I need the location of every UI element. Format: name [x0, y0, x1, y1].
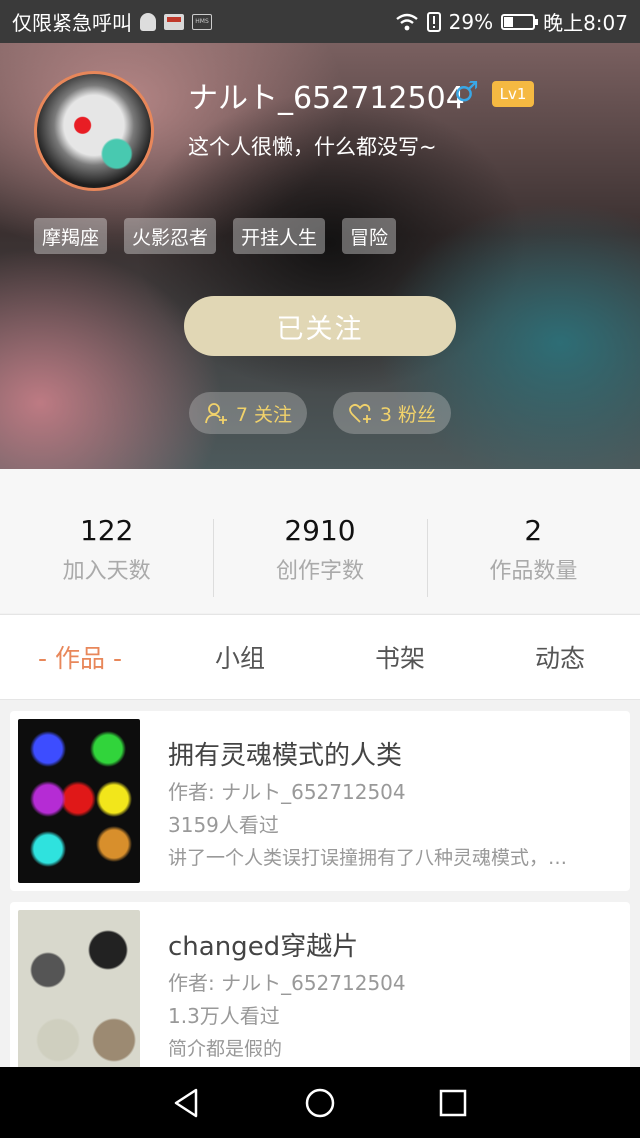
hms-icon: HMS	[192, 13, 212, 30]
following-button[interactable]: 7 关注	[189, 392, 307, 434]
avatar[interactable]	[34, 71, 154, 191]
work-cover-image	[18, 910, 140, 1067]
home-button[interactable]	[300, 1083, 340, 1123]
status-bar: 仅限紧急呼叫 HMS 29% 晚上8:07	[0, 0, 640, 43]
back-triangle-icon	[174, 1088, 197, 1117]
stat-label: 加入天数	[62, 558, 151, 584]
bio-text: 这个人很懒，什么都没写~	[188, 135, 437, 159]
stat-word-count: 2910 创作字数	[213, 469, 426, 613]
tab-activity[interactable]: 动态	[480, 615, 640, 699]
work-views: 3159人看过	[168, 813, 279, 837]
stat-days-joined: 122 加入天数	[0, 469, 213, 613]
username: ナルト_652712504	[188, 81, 465, 116]
works-list: 拥有灵魂模式的人类 作者: ナルト_652712504 3159人看过 讲了一个…	[0, 701, 640, 1067]
tag: 冒险	[342, 218, 397, 254]
tag-list: 摩羯座 火影忍者 开挂人生 冒险	[34, 218, 397, 254]
heart-add-icon	[349, 403, 371, 423]
fans-count: 3 粉丝	[379, 403, 437, 426]
stat-value: 2	[524, 513, 543, 547]
carrier-text: 仅限紧急呼叫	[12, 11, 132, 35]
work-description: 讲了一个人类误打误撞拥有了八种灵魂模式，…	[168, 847, 568, 869]
stat-works-count: 2 作品数量	[426, 469, 640, 613]
user-add-icon	[205, 403, 227, 424]
system-nav-bar	[0, 1067, 640, 1138]
recents-square-icon	[440, 1089, 467, 1116]
stats-section: 122 加入天数 2910 创作字数 2 作品数量	[0, 469, 640, 613]
work-card[interactable]: changed穿越片 作者: ナルト_652712504 1.3万人看过 简介都…	[10, 902, 630, 1067]
battery-icon	[501, 13, 539, 30]
battery-percent: 29%	[448, 9, 494, 34]
profile-tabs: - 作品 - 小组 书架 动态	[0, 614, 640, 700]
followed-button[interactable]: 已关注	[184, 296, 456, 356]
clock: 晚上8:07	[543, 11, 628, 35]
following-count: 7 关注	[235, 403, 293, 426]
work-title: 拥有灵魂模式的人类	[168, 741, 403, 771]
notification-bell-icon	[140, 12, 156, 31]
tag: 摩羯座	[34, 218, 108, 254]
work-description: 简介都是假的	[168, 1038, 283, 1060]
profile-header: ナルト_652712504 ♂ Lv1 这个人很懒，什么都没写~ 摩羯座 火影忍…	[0, 43, 640, 469]
tab-bookshelf[interactable]: 书架	[320, 615, 480, 699]
tag: 开挂人生	[233, 218, 326, 254]
recents-button[interactable]	[433, 1083, 473, 1123]
tab-groups[interactable]: 小组	[160, 615, 320, 699]
work-card[interactable]: 拥有灵魂模式的人类 作者: ナルト_652712504 3159人看过 讲了一个…	[10, 711, 630, 891]
gender-male-icon: ♂	[454, 75, 480, 108]
tab-works[interactable]: - 作品 -	[0, 615, 160, 699]
level-badge: Lv1	[492, 81, 534, 107]
stat-label: 作品数量	[489, 558, 578, 584]
work-cover-image	[18, 719, 140, 883]
work-author: 作者: ナルト_652712504	[168, 971, 406, 995]
wifi-icon	[395, 13, 418, 30]
back-button[interactable]	[167, 1083, 207, 1123]
stat-value: 122	[79, 513, 134, 547]
app-notification-icon	[164, 13, 184, 30]
tag: 火影忍者	[124, 218, 217, 254]
fans-button[interactable]: 3 粉丝	[333, 392, 451, 434]
stat-value: 2910	[284, 513, 356, 547]
sim-alert-icon	[426, 11, 441, 32]
home-circle-icon	[305, 1088, 335, 1117]
work-title: changed穿越片	[168, 932, 359, 962]
work-author: 作者: ナルト_652712504	[168, 780, 406, 804]
work-views: 1.3万人看过	[168, 1004, 280, 1028]
stat-label: 创作字数	[275, 558, 364, 584]
